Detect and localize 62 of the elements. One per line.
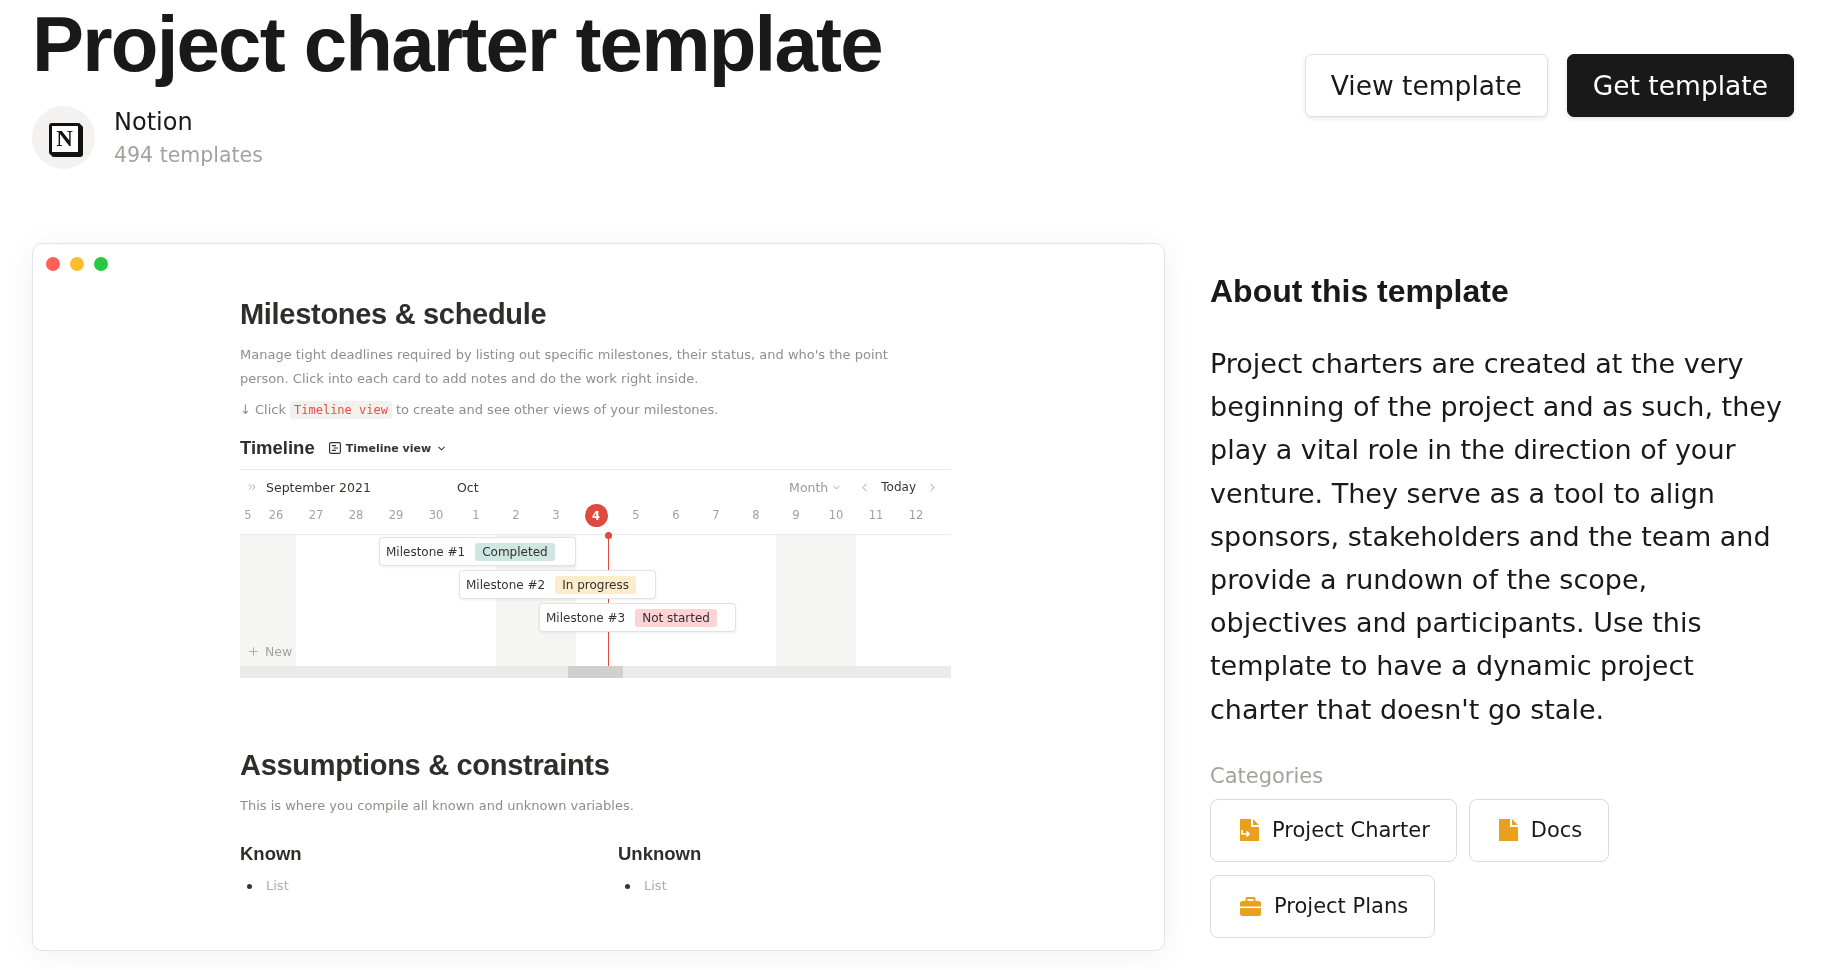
day-label: 1 (472, 508, 480, 522)
publisher-logo: N (32, 106, 95, 169)
status-tag: Not started (635, 608, 717, 627)
milestone-name: Milestone #1 (386, 544, 466, 559)
double-chevron-icon[interactable] (246, 481, 258, 493)
bullet-icon (247, 883, 252, 889)
day-label: 26 (268, 508, 284, 522)
day-label: 2 (512, 508, 520, 522)
hint-text: ↓ Click Timeline view to create and see other views of your milestones. (240, 400, 720, 421)
bullet-icon (625, 883, 630, 889)
section-heading: Assumptions & constraints (240, 748, 611, 783)
status-tag: In progress (555, 575, 636, 594)
day-label: 11 (868, 508, 884, 522)
today-button[interactable]: Today (881, 480, 916, 494)
category-chip[interactable]: Docs (1468, 798, 1610, 862)
day-label: 30 (428, 508, 444, 522)
month-label: September 2021 (266, 479, 371, 495)
window-dot-icon[interactable] (70, 257, 84, 271)
section-description: This is where you compile all known and unknown variables. (240, 797, 635, 815)
milestone-card[interactable]: Milestone #1 Completed (379, 537, 576, 566)
view-template-button[interactable]: View template (1304, 54, 1548, 117)
horizontal-scrollbar[interactable] (240, 666, 951, 678)
day-label: 7 (712, 508, 720, 522)
publisher-name[interactable]: Notion (114, 106, 263, 137)
day-label: 4 (584, 504, 608, 527)
plus-icon (247, 644, 260, 658)
day-label: 6 (672, 508, 680, 522)
milestone-name: Milestone #3 (546, 610, 626, 625)
day-label: 29 (388, 508, 404, 522)
timeline-view-icon (328, 442, 341, 454)
template-count: 494 templates (114, 141, 263, 169)
month-label: Oct (456, 479, 479, 495)
milestone-card[interactable]: Milestone #3 Not started (539, 603, 736, 632)
timeline-title: Timeline (240, 437, 315, 459)
day-label: 5 (244, 508, 252, 522)
file-arrow-icon (1240, 819, 1259, 842)
window-dot-icon[interactable] (94, 257, 108, 271)
milestone-card[interactable]: Milestone #2 In progress (459, 570, 656, 599)
file-icon (1498, 819, 1518, 842)
categories-label: Categories (1210, 762, 1325, 790)
status-tag: Completed (475, 542, 555, 561)
section-heading: Milestones & schedule (240, 297, 548, 332)
day-label: 9 (792, 508, 800, 522)
category-chip[interactable]: Project Plans (1210, 874, 1436, 938)
about-title: About this template (1210, 272, 1510, 311)
column-heading: Unknown (618, 842, 703, 866)
day-label: 28 (348, 508, 364, 522)
milestone-name: Milestone #2 (466, 577, 546, 592)
day-label: 12 (908, 508, 924, 522)
section-description: Manage tight deadlines required by listing out specific milestones, their status, and who's the point person. Click into each card to add notes and do the work right inside. (240, 346, 889, 388)
day-label: 3 (552, 508, 560, 522)
day-label: 10 (828, 508, 844, 522)
view-switcher[interactable]: Timeline view (328, 441, 448, 455)
day-label: 27 (308, 508, 324, 522)
briefcase-icon (1240, 896, 1261, 916)
get-template-button[interactable]: Get template (1566, 54, 1794, 117)
about-description: Project charters are created at the very beginning of the project and as such, they play a vital role in the direction of your venture. They serve as a tool to align sponsors, stakeholders and the team and provide a rundown of the scope, objectives and participants. Use this template to have a dynamic project charter that doesn't go stale. (1210, 347, 1783, 727)
day-label: 5 (632, 508, 640, 522)
category-chip[interactable]: Project Charter (1210, 798, 1457, 862)
window-dot-icon[interactable] (46, 257, 60, 271)
column-heading: Known (240, 842, 303, 866)
day-label: 8 (752, 508, 760, 522)
